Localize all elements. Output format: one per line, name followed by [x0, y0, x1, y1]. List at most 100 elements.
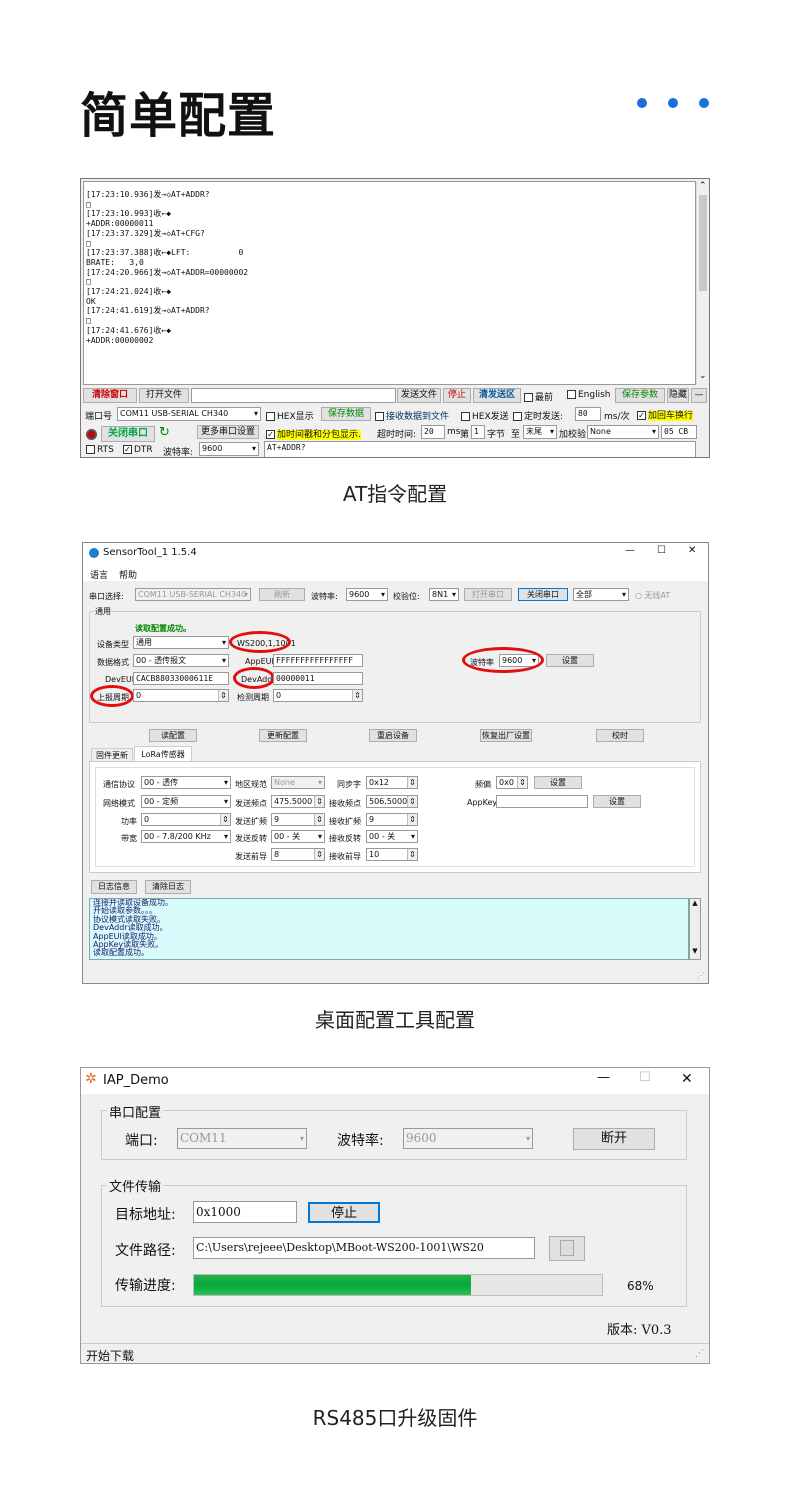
menu-language[interactable]: 语言 [90, 568, 108, 581]
send-file-button[interactable]: 发送文件 [397, 388, 441, 403]
txinv-select[interactable]: 00 - 关 [271, 830, 325, 843]
end-select[interactable]: 末尾 [523, 425, 557, 439]
clear-window-button[interactable]: 清除窗口 [83, 388, 137, 403]
scroll-thumb[interactable] [699, 195, 707, 291]
update-config-button[interactable]: 更新配置 [259, 729, 307, 742]
maximize-icon[interactable]: ☐ [639, 1070, 651, 1085]
rxfreq-input[interactable]: 506.5000 [366, 795, 418, 808]
rts-checkbox[interactable]: RTS [86, 445, 114, 455]
send-textarea[interactable]: AT+ADDR? [264, 441, 696, 457]
scroll-down-icon[interactable]: ⌄ [699, 371, 707, 381]
stop-button[interactable]: 停止 [308, 1202, 380, 1223]
version-text: 版本: V0.3 [607, 1323, 672, 1338]
browse-button[interactable] [549, 1236, 585, 1261]
power-input[interactable]: 0 [141, 813, 231, 826]
reboot-button[interactable]: 重启设备 [369, 729, 417, 742]
timeout-input[interactable]: 20 [421, 425, 445, 439]
log-scrollbar[interactable]: ▲ ▼ [689, 898, 701, 960]
deveui-input[interactable]: CACB88033000611E [133, 672, 229, 685]
freq-input[interactable]: 0x0 [496, 776, 528, 789]
serial-assistant-window: [17:23:10.936]发→◇AT+ADDR? □ [17:23:10.993]… [80, 178, 710, 458]
clear-send-button[interactable]: 清发送区 [473, 388, 521, 403]
vertical-scrollbar[interactable]: ⌃ ⌄ [696, 181, 708, 385]
format-select[interactable]: 00 - 透传报文 [133, 654, 229, 667]
baud-select[interactable]: 9600 [403, 1128, 533, 1149]
freq-set-button[interactable]: 设置 [534, 776, 582, 789]
appkey-input[interactable] [496, 795, 588, 808]
path-input[interactable]: C:\Users\rejeee\Desktop\MBoot-WS200-1001… [193, 1237, 535, 1259]
save-params-button[interactable]: 保存参数 [615, 388, 665, 403]
proto-select[interactable]: 00 - 透传 [141, 776, 231, 789]
interval-input[interactable]: 80 [575, 407, 601, 421]
rxpre-input[interactable]: 10 [366, 848, 418, 861]
disconnect-button[interactable]: 断开 [573, 1128, 655, 1150]
topmost-checkbox[interactable]: 最前 [524, 390, 553, 403]
report-input[interactable]: 0 [133, 689, 229, 702]
open-port-button[interactable]: 打开串口 [464, 588, 512, 601]
stop-button[interactable]: 停止 [443, 388, 471, 403]
detect-input[interactable]: 0 [273, 689, 363, 702]
save-data-button[interactable]: 保存数据 [321, 407, 371, 421]
sync-time-button[interactable]: 校时 [596, 729, 644, 742]
txfreq-input[interactable]: 475.5000 [271, 795, 325, 808]
factory-reset-button[interactable]: 恢复出厂设置 [480, 729, 532, 742]
maximize-icon[interactable]: ☐ [657, 545, 666, 556]
log-info-button[interactable]: 日志信息 [91, 880, 137, 894]
rxinv-select[interactable]: 00 - 关 [366, 830, 418, 843]
nth-input[interactable]: 1 [471, 425, 485, 439]
hex-display-checkbox[interactable]: HEX显示 [266, 409, 314, 422]
refresh-icon[interactable]: ↻ [159, 425, 170, 440]
close-port-button[interactable]: 关闭串口 [101, 426, 155, 442]
crlf-checkbox[interactable]: ✓ 加回车换行 [637, 408, 694, 421]
mode-select[interactable]: 全部 [573, 588, 629, 601]
device-type-select[interactable]: 通用 [133, 636, 229, 649]
close-icon[interactable]: ✕ [681, 1071, 693, 1087]
target-input[interactable]: 0x1000 [193, 1201, 297, 1223]
to-label: 至 [511, 430, 521, 440]
wireless-at-radio[interactable]: ○ 无线AT [635, 590, 670, 601]
region-select[interactable]: None [271, 776, 325, 789]
port-select[interactable]: COM11 USB-SERIAL CH340 [135, 588, 251, 601]
close-port-button[interactable]: 关闭串口 [518, 588, 568, 601]
refresh-button[interactable]: 刷新 [259, 588, 305, 601]
baud-select[interactable]: 9600 [346, 588, 388, 601]
minimize-icon[interactable]: — [597, 1070, 610, 1085]
parity-select[interactable]: 8N1 [429, 588, 459, 601]
timestamp-checkbox[interactable]: ✓ 加时间戳和分包显示. [266, 427, 361, 440]
port-select[interactable]: COM11 [177, 1128, 307, 1149]
sync-input[interactable]: 0x12 [366, 776, 418, 789]
appeui-input[interactable]: FFFFFFFFFFFFFFFF [273, 654, 363, 667]
more-port-settings-button[interactable]: 更多串口设置 [197, 425, 259, 439]
devaddr-input[interactable]: 00000011 [273, 672, 363, 685]
minimize-button[interactable]: — [691, 388, 707, 403]
open-file-button[interactable]: 打开文件 [139, 388, 189, 403]
bw-select[interactable]: 00 - 7.8/200 KHz [141, 830, 231, 843]
scroll-up-icon[interactable]: ⌃ [699, 181, 707, 191]
resize-grip-icon[interactable]: ⋰ [697, 971, 705, 980]
menu-help[interactable]: 帮助 [119, 568, 137, 581]
resize-grip-icon[interactable]: ⋰ [695, 1349, 704, 1359]
recv-to-file-checkbox[interactable]: 接收数据到文件 [375, 409, 449, 422]
baud-set-button[interactable]: 设置 [546, 654, 594, 667]
title-bar: SensorTool_1 1.5.4 — ☐ ✕ [83, 543, 708, 563]
minimize-icon[interactable]: — [625, 545, 635, 556]
txsf-input[interactable]: 9 [271, 813, 325, 826]
clear-log-button[interactable]: 清除日志 [145, 880, 191, 894]
close-icon[interactable]: ✕ [688, 545, 696, 556]
read-config-button[interactable]: 读配置 [149, 729, 197, 742]
tab-lora-sensor[interactable]: LoRa传感器 [134, 746, 192, 762]
txpre-input[interactable]: 8 [271, 848, 325, 861]
tab-firmware[interactable]: 固件更新 [91, 748, 133, 762]
port-select[interactable]: COM11 USB-SERIAL CH340 [117, 407, 261, 421]
appkey-set-button[interactable]: 设置 [593, 795, 641, 808]
checksum-select[interactable]: None [587, 425, 659, 439]
dtr-checkbox[interactable]: ✓ DTR [123, 445, 153, 455]
english-checkbox[interactable]: English [567, 390, 611, 400]
netmode-select[interactable]: 00 - 定频 [141, 795, 231, 808]
baud-select[interactable]: 9600 [199, 442, 259, 456]
hide-button[interactable]: 隐藏 [667, 388, 689, 403]
timed-send-checkbox[interactable]: 定时发送: [513, 409, 563, 422]
file-path-input[interactable] [191, 388, 396, 403]
rxsf-input[interactable]: 9 [366, 813, 418, 826]
hex-send-checkbox[interactable]: HEX发送 [461, 409, 509, 422]
